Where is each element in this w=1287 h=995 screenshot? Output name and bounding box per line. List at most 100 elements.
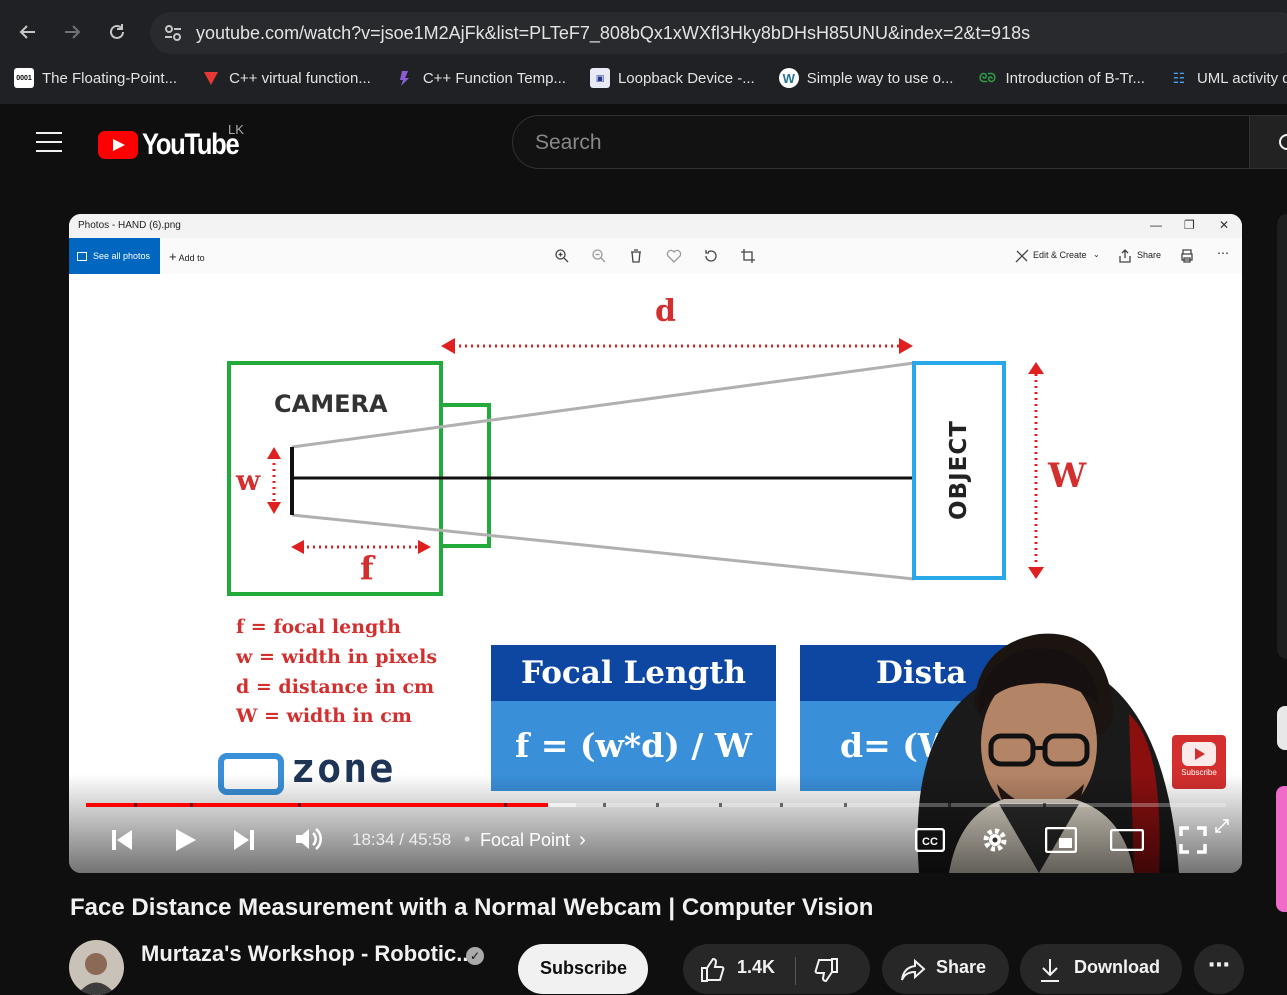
bookmark-item[interactable]: ☷ UML activity d [1169,68,1287,88]
captions-button[interactable]: CC [914,826,946,854]
f-arrow-right [418,540,431,554]
reload-icon[interactable] [103,18,131,46]
photos-titlebar: Photos - HAND (6).png — ❐ ✕ [69,214,1242,238]
address-bar[interactable]: youtube.com/watch?v=jsoe1M2AjFk&list=PLT… [150,12,1287,54]
share-arrow-icon [901,958,926,981]
sidebar-card-fragment[interactable] [1277,214,1287,659]
close-icon: ✕ [1219,218,1230,232]
see-all-photos-button: See all photos [69,238,160,274]
country-code: LK [228,122,244,137]
volume-button[interactable] [293,824,323,854]
w-arrow-down [267,502,281,514]
chapter-marker [844,803,847,807]
progress-played [86,803,548,807]
chapter-marker [780,803,783,807]
search-box[interactable] [512,115,1250,169]
menu-icon[interactable] [36,132,62,152]
f-label: f [360,549,374,587]
tutorialspoint-favicon-icon [201,68,221,88]
chapter-marker [1043,803,1046,807]
forward-arrow-icon[interactable] [58,18,86,46]
progress-bar[interactable] [86,803,1226,807]
fullscreen-icon [1179,826,1207,854]
floating-point-favicon-icon: 0001 [14,68,34,88]
zoom-out-icon [592,249,606,263]
more-options-icon: ⋯ [1217,246,1229,260]
time-display: 18:34 / 45:58 [352,830,452,849]
bookmark-item[interactable]: C++ virtual function... [201,68,371,88]
settings-button[interactable] [979,824,1011,856]
theater-mode-button[interactable] [1109,827,1145,853]
geeksforgeeks-favicon-icon: ᘓᘐ [979,70,996,85]
more-actions-button[interactable]: ⋯ [1194,944,1244,994]
back-arrow-icon[interactable] [14,18,42,46]
loopback-favicon-icon: ▣ [589,68,610,88]
crop-icon [741,249,755,263]
chapter-marker [719,803,722,807]
youtube-play-icon [98,131,138,159]
favorite-icon [666,249,682,263]
f-arrow-left [291,540,304,554]
bookmarks-bar: 0001 The Floating-Point... C++ virtual f… [0,62,1287,94]
chevron-right-icon: › [579,829,586,851]
chapter-button[interactable]: Focal Point › [480,829,586,852]
thumbs-up-icon[interactable] [699,957,725,983]
share-button[interactable]: Share [882,944,1009,994]
youtube-header: YouTube LK [0,104,1287,182]
chapter-marker [603,803,606,807]
miniplayer-button[interactable] [1044,826,1078,854]
d-arrow-left [441,338,455,354]
miniplayer-icon [1045,827,1077,853]
channel-avatar[interactable] [69,940,124,995]
next-icon [234,830,254,850]
bookmark-item[interactable]: C++ Function Temp... [395,68,566,88]
bookmark-item[interactable]: ▣ Loopback Device -... [589,68,755,88]
edit-create-icon [1015,249,1029,263]
divider [795,957,797,985]
focal-length-title: Focal Length [491,645,776,701]
download-button[interactable]: Download [1020,944,1182,994]
bookmark-item[interactable]: W Simple way to use o... [778,68,953,88]
w-small-label: w [236,464,261,497]
download-icon [1041,959,1059,982]
thumbs-down-icon[interactable] [814,957,840,983]
previous-button[interactable] [107,825,137,855]
bookmark-item[interactable]: 0001 The Floating-Point... [14,68,177,88]
sidebar-ad-fragment[interactable] [1276,786,1287,912]
controls-gradient [69,774,1242,873]
captions-icon: CC [915,828,945,852]
subscribe-button[interactable]: Subscribe [518,944,648,994]
theater-mode-icon [1110,829,1144,851]
rotate-icon [705,250,717,262]
chapter-marker [656,803,659,807]
expand-icon[interactable] [1214,818,1230,834]
fullscreen-button[interactable] [1177,824,1209,856]
w-arrow-up [267,447,281,459]
verified-check-icon: ✓ [466,947,484,965]
video-title: Face Distance Measurement with a Normal … [70,894,874,921]
legend-line: w = width in pixels [236,646,438,668]
search-icon [1279,134,1287,150]
bookmark-item[interactable]: ᘓᘐ Introduction of B-Tr... [977,68,1145,88]
programiz-favicon-icon [395,68,415,88]
url-text[interactable]: youtube.com/watch?v=jsoe1M2AjFk&list=PLT… [196,23,1030,44]
next-button[interactable] [229,825,259,855]
search-input[interactable] [535,128,1225,158]
site-settings-icon[interactable] [162,22,184,44]
add-to-button: + Add to [169,249,205,264]
maximize-icon: ❐ [1184,218,1195,232]
previous-icon [112,830,132,850]
volume-icon [296,828,322,850]
legend-line: f = focal length [236,616,401,638]
print-icon [1181,249,1193,263]
video-player[interactable]: Photos - HAND (6).png — ❐ ✕ See all phot… [69,214,1242,873]
chapter-marker [504,803,507,807]
chevron-down-icon: ⌄ [1093,250,1100,259]
like-count[interactable]: 1.4K [737,957,775,978]
d-arrow-right [899,338,913,354]
channel-name[interactable]: Murtaza's Workshop - Robotic... [141,941,475,967]
sidebar-chip-fragment[interactable] [1277,706,1287,750]
play-button[interactable] [169,824,201,856]
search-button[interactable] [1249,115,1287,169]
chapter-marker [134,803,137,807]
